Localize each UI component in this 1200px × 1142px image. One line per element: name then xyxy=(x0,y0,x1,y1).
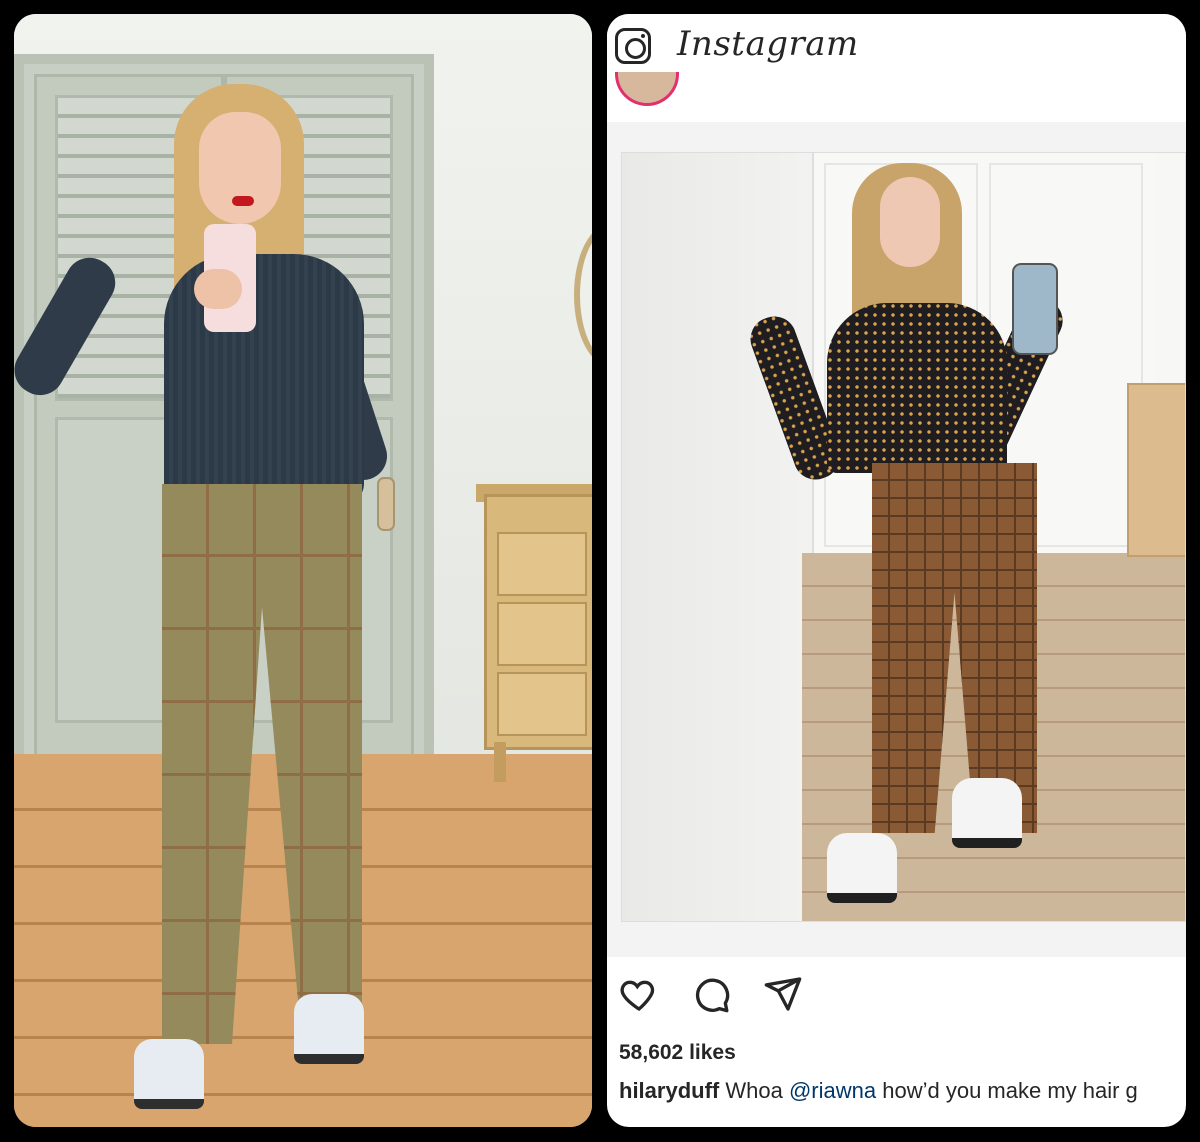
sim-lips xyxy=(232,196,254,206)
instagram-logo: Instagram xyxy=(677,24,859,64)
comment-button[interactable] xyxy=(689,972,733,1016)
share-button[interactable] xyxy=(761,972,805,1016)
game-screenshot-panel xyxy=(14,14,592,1127)
photo-dresser xyxy=(1127,383,1185,557)
sim-hand xyxy=(194,269,242,309)
sim-boot xyxy=(134,1039,204,1109)
caption-username[interactable]: hilaryduff xyxy=(619,1078,719,1103)
dresser-drawer xyxy=(497,532,587,596)
sim-plaid-pants xyxy=(162,484,362,1044)
camera-icon[interactable] xyxy=(615,28,651,64)
post-actions xyxy=(607,964,1186,1024)
sim-character xyxy=(14,84,434,1109)
post-image-frame xyxy=(607,122,1186,957)
post-author-bar[interactable] xyxy=(607,86,1186,123)
caption-text-after: how’d you make my hair g xyxy=(882,1078,1138,1103)
caption-mention[interactable]: @riawna xyxy=(789,1078,876,1103)
person-boot xyxy=(952,778,1022,848)
sim-face xyxy=(199,112,281,224)
dresser-leg xyxy=(494,742,506,782)
person-phone xyxy=(1012,263,1058,355)
dresser-drawer xyxy=(497,602,587,666)
paper-plane-icon xyxy=(764,977,802,1011)
like-button[interactable] xyxy=(617,972,661,1016)
dresser xyxy=(484,494,592,750)
instagram-header: Instagram xyxy=(607,14,1186,87)
person-face xyxy=(880,177,940,267)
person-floral-top xyxy=(827,303,1007,473)
instagram-post-panel: Instagram 58,602 likes hilaryduff Whoa @… xyxy=(607,14,1186,1127)
caption-text-before: Whoa xyxy=(725,1078,783,1103)
heart-icon xyxy=(620,980,655,1012)
person-boot xyxy=(827,833,897,903)
post-photo[interactable] xyxy=(621,152,1186,922)
dresser-drawer xyxy=(497,672,587,736)
comment-icon xyxy=(695,978,730,1013)
sim-boot xyxy=(294,994,364,1064)
post-caption: hilaryduff Whoa @riawna how’d you make m… xyxy=(619,1078,1179,1104)
likes-count[interactable]: 58,602 likes xyxy=(619,1041,736,1065)
